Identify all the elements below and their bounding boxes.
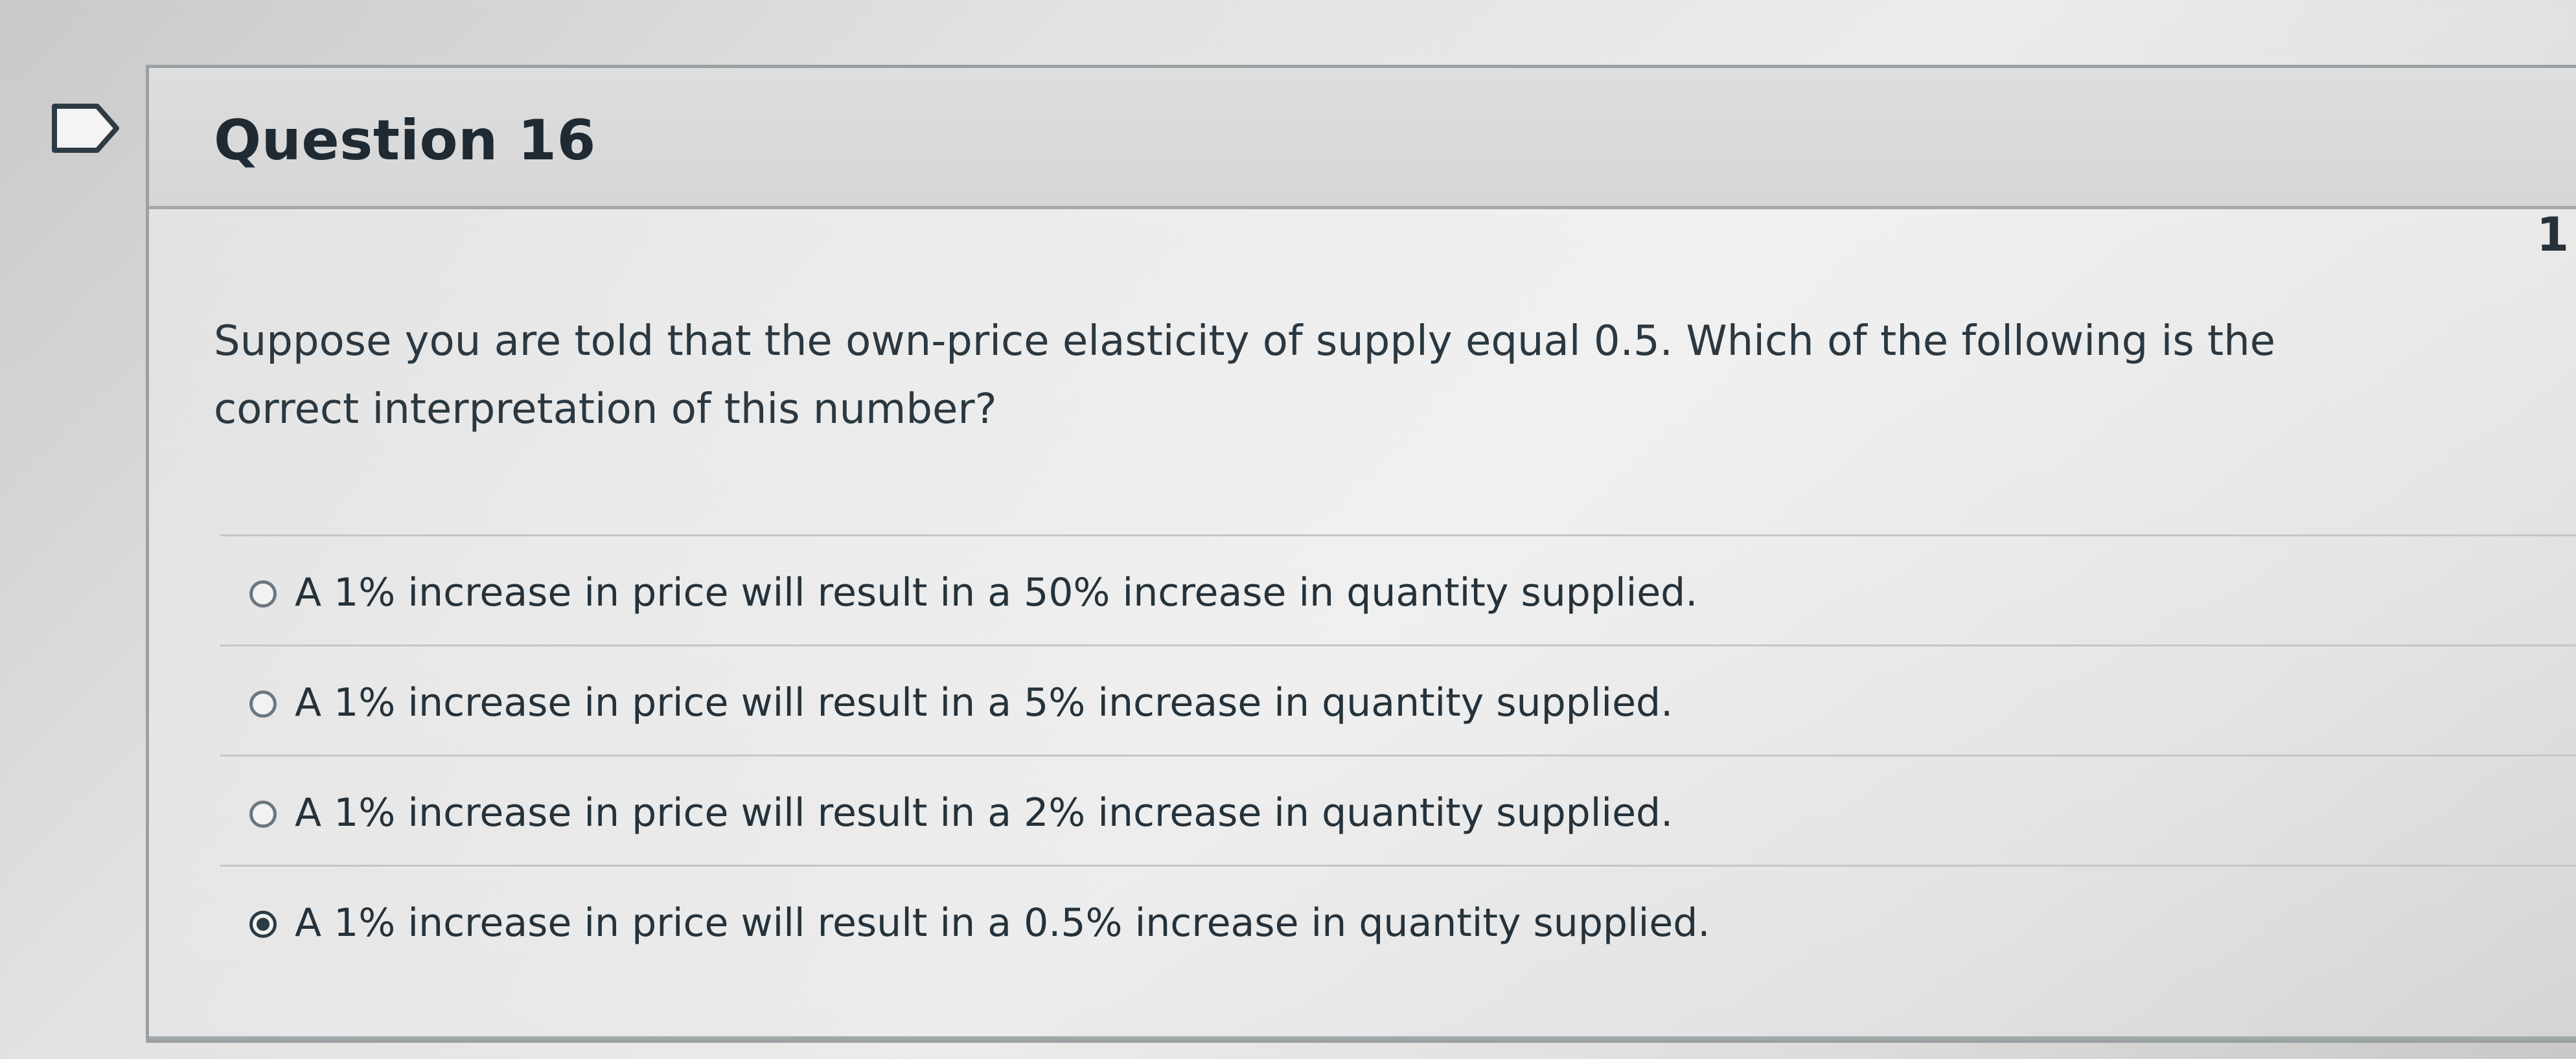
question-text: Suppose you are told that the own-price … <box>214 317 2276 433</box>
answer-label: A 1% increase in price will result in a … <box>295 570 1698 615</box>
flag-question-icon[interactable] <box>51 102 122 154</box>
radio-icon[interactable] <box>249 580 277 608</box>
answer-option-4[interactable]: A 1% increase in price will result in a … <box>220 865 2576 975</box>
answer-label: A 1% increase in price will result in a … <box>295 790 1673 836</box>
question-card: Question 16 1 p Suppose you are told tha… <box>146 65 2576 1043</box>
radio-icon[interactable] <box>249 690 277 718</box>
answer-option-1[interactable]: A 1% increase in price will result in a … <box>220 534 2576 644</box>
card-bottom-border <box>149 1036 2576 1040</box>
answer-label: A 1% increase in price will result in a … <box>295 680 1673 725</box>
answer-option-3[interactable]: A 1% increase in price will result in a … <box>220 755 2576 865</box>
radio-selected-icon[interactable] <box>249 911 277 938</box>
points-label: 1 p <box>2536 207 2576 262</box>
question-title: Question 16 <box>214 108 596 173</box>
radio-icon[interactable] <box>249 801 277 828</box>
answer-list: A 1% increase in price will result in a … <box>220 534 2576 975</box>
answer-label: A 1% increase in price will result in a … <box>295 900 1710 946</box>
question-header: Question 16 <box>149 68 2576 209</box>
answer-option-2[interactable]: A 1% increase in price will result in a … <box>220 644 2576 755</box>
